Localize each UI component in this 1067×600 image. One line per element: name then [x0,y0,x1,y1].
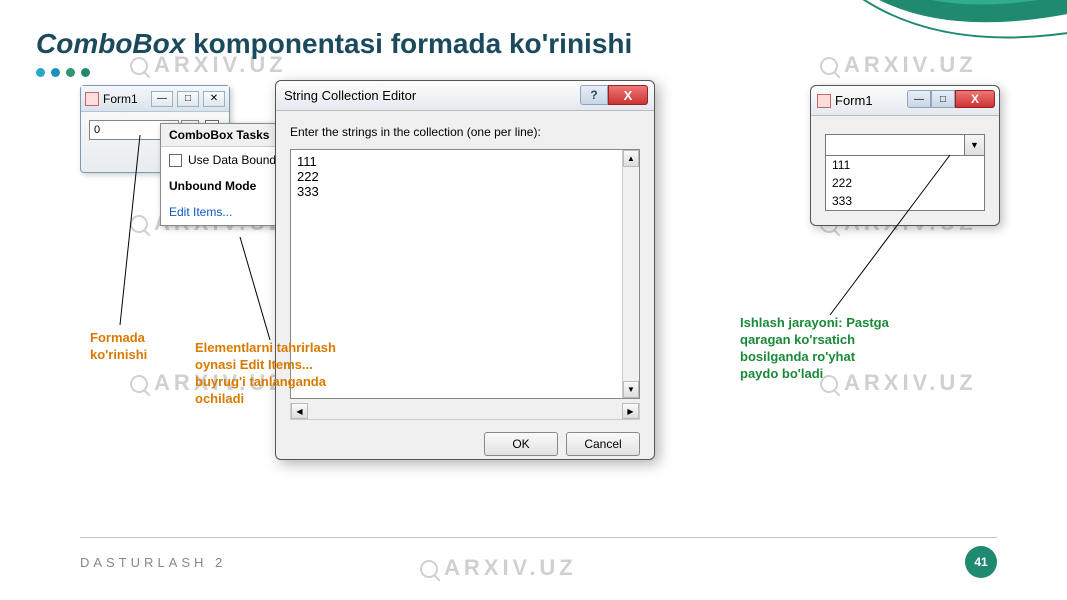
maximize-button[interactable]: □ [931,90,955,108]
page-title: ComboBox komponentasi formada ko'rinishi [36,28,632,60]
scroll-right-icon[interactable]: ▶ [622,403,639,419]
list-item[interactable]: 333 [826,192,984,210]
sce-prompt: Enter the strings in the collection (one… [276,111,654,145]
form1-right-title: Form1 [835,93,873,108]
sce-title: String Collection Editor [284,88,416,103]
cancel-button[interactable]: Cancel [566,432,640,456]
minimize-button[interactable]: — [907,90,931,108]
close-button[interactable]: ✕ [203,91,225,107]
form1-runtime-window: Form1 — □ X ▼ 111 222 333 [810,85,1000,226]
footer-label: DASTURLASH 2 [80,555,226,570]
ok-button[interactable]: OK [484,432,558,456]
annotation-elementlarni: Elementlarni tahrirlash oynasi Edit Item… [195,340,345,408]
page-number-badge: 41 [965,546,997,578]
runtime-combobox-arrow[interactable]: ▼ [965,134,985,156]
maximize-button[interactable]: □ [177,91,199,107]
close-button[interactable]: X [955,90,995,108]
title-italic: ComboBox [36,28,185,59]
scroll-down-icon[interactable]: ▼ [623,381,639,398]
vertical-scrollbar[interactable]: ▲ ▼ [622,150,639,398]
minimize-button[interactable]: — [151,91,173,107]
list-item[interactable]: 222 [826,174,984,192]
annotation-ishlash: Ishlash jarayoni: Pastga qaragan ko'rsat… [740,315,890,383]
use-databound-checkbox[interactable] [169,154,182,167]
runtime-combobox-input[interactable] [825,134,965,156]
help-button[interactable]: ? [580,85,608,105]
runtime-dropdown-list[interactable]: 111 222 333 [825,156,985,211]
list-item[interactable]: 111 [826,156,984,174]
title-rest: komponentasi formada ko'rinishi [185,28,632,59]
scroll-up-icon[interactable]: ▲ [623,150,639,167]
form-icon [85,92,99,106]
accent-dots [36,68,90,77]
form1-left-title: Form1 [103,92,138,106]
form-icon [817,94,831,108]
annotation-formada: Formada ko'rinishi [90,330,180,364]
close-button[interactable]: X [608,85,648,105]
